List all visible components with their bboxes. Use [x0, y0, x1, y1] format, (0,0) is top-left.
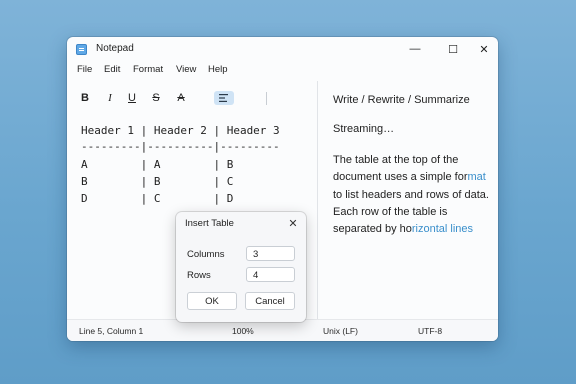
editor-line: Header 1 | Header 2 | Header 3 — [81, 124, 280, 137]
window-title: Notepad — [96, 43, 134, 54]
editor-line: B | B | C — [81, 175, 234, 188]
notepad-app-icon — [76, 44, 87, 55]
maximize-button[interactable]: ☐ — [444, 40, 462, 58]
menu-edit[interactable]: Edit — [104, 64, 120, 75]
dialog-title: Insert Table — [185, 218, 234, 229]
ai-text-streaming: mat — [467, 171, 486, 184]
insert-table-dialog: Insert Table ✕ Columns 3 Rows 4 OK Cance… — [176, 212, 306, 322]
columns-input[interactable]: 3 — [246, 246, 295, 261]
bold-button[interactable]: B — [79, 91, 91, 105]
title-bar[interactable]: Notepad — ☐ ✕ — [67, 37, 498, 61]
ai-output-text: The table at the top of the document use… — [333, 152, 493, 238]
close-button[interactable]: ✕ — [475, 40, 493, 58]
ai-text-streaming: rizontal lines — [411, 223, 474, 236]
menu-bar: File Edit Format View Help — [67, 64, 498, 78]
strikethrough-button[interactable]: S — [150, 91, 162, 105]
line-ending[interactable]: Unix (LF) — [323, 326, 358, 336]
format-toolbar: B I U S A — [67, 89, 317, 109]
rows-input[interactable]: 4 — [246, 267, 295, 282]
align-left-button[interactable] — [214, 91, 234, 105]
streaming-status: Streaming… — [333, 123, 395, 135]
cancel-button[interactable]: Cancel — [245, 292, 295, 310]
ok-button[interactable]: OK — [187, 292, 237, 310]
rows-label: Rows — [187, 270, 211, 281]
cursor-position: Line 5, Column 1 — [79, 326, 144, 336]
menu-view[interactable]: View — [176, 64, 196, 75]
menu-format[interactable]: Format — [133, 64, 163, 75]
menu-help[interactable]: Help — [208, 64, 228, 75]
clear-format-button[interactable]: A — [174, 91, 188, 105]
underline-button[interactable]: U — [126, 91, 138, 105]
editor-line: ---------|----------|--------- — [81, 140, 280, 153]
ai-text-part: The table at the top of the document use… — [333, 154, 468, 184]
minimize-button[interactable]: — — [406, 40, 424, 58]
zoom-level[interactable]: 100% — [232, 326, 254, 336]
italic-button[interactable]: I — [104, 91, 116, 105]
encoding[interactable]: UTF-8 — [418, 326, 442, 336]
editor-line: A | A | B — [81, 158, 234, 171]
toolbar-divider — [266, 92, 267, 105]
menu-file[interactable]: File — [77, 64, 92, 75]
status-bar: Line 5, Column 1 100% Unix (LF) UTF-8 — [67, 319, 498, 341]
editor-line: D | C | D — [81, 192, 234, 205]
side-panel-title: Write / Rewrite / Summarize — [333, 94, 470, 106]
panel-divider — [317, 81, 318, 319]
dialog-close-button[interactable]: ✕ — [286, 216, 300, 230]
align-left-icon — [219, 94, 228, 102]
columns-label: Columns — [187, 249, 225, 260]
